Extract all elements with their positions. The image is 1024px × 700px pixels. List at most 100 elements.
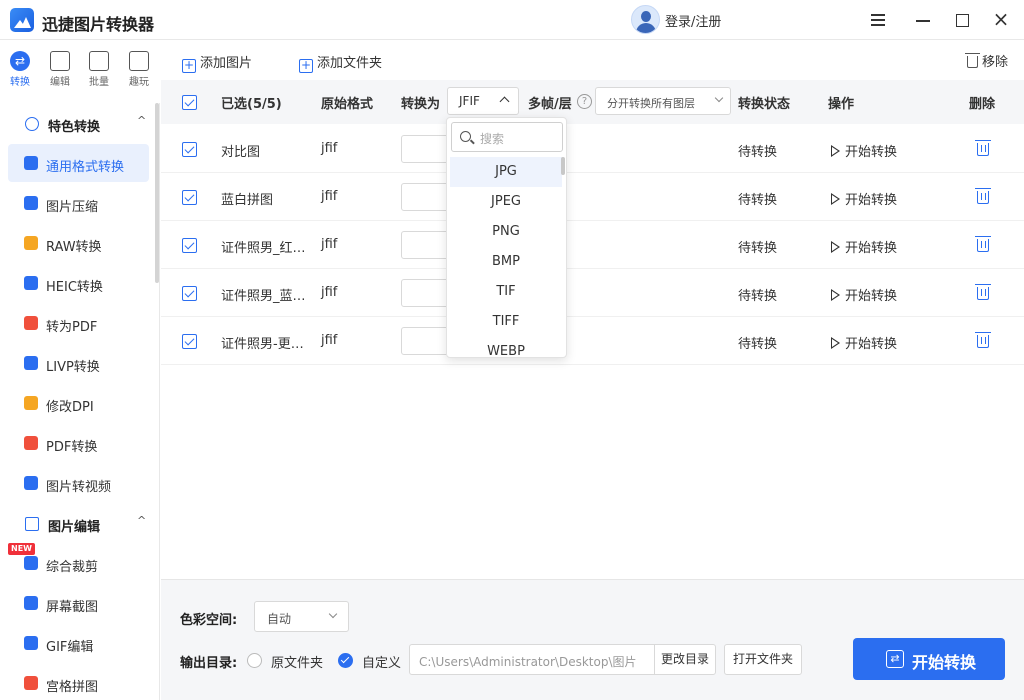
delete-row-icon[interactable] bbox=[975, 332, 991, 348]
sidebar-item-general-convert[interactable]: 通用格式转换 bbox=[8, 144, 149, 182]
delete-row-icon[interactable] bbox=[975, 140, 991, 156]
delete-row-icon[interactable] bbox=[975, 236, 991, 252]
chevron-down-icon bbox=[714, 93, 724, 103]
sidebar-item-grid-puzzle[interactable]: 宫格拼图 bbox=[8, 664, 149, 700]
rail-item-convert[interactable]: 转换 bbox=[0, 51, 40, 88]
menu-icon[interactable] bbox=[868, 10, 888, 30]
sidebar-group-image-edit[interactable]: 图片编辑 ^ bbox=[0, 505, 155, 543]
add-folder-button[interactable]: + 添加文件夹 bbox=[299, 52, 382, 73]
row-format-select[interactable] bbox=[401, 279, 451, 307]
file-name: 证件照男_红… bbox=[221, 241, 306, 256]
format-search-input[interactable]: 搜索 bbox=[451, 122, 563, 152]
rail-item-edit[interactable]: 编辑 bbox=[40, 51, 80, 88]
row-format-select[interactable] bbox=[401, 135, 451, 163]
row-format-select[interactable] bbox=[401, 327, 451, 355]
layer-mode-select[interactable]: 分开转换所有图层 bbox=[595, 87, 731, 115]
color-space-select[interactable]: 自动 bbox=[254, 601, 349, 632]
sidebar-item-label: 转为PDF bbox=[46, 320, 98, 335]
sidebar-item-to-video[interactable]: 图片转视频 bbox=[8, 464, 149, 502]
format-option[interactable]: TIFF bbox=[450, 307, 562, 337]
table-row: 证件照男_蓝… jfif 待转换 开始转换 bbox=[161, 269, 1024, 317]
start-convert-button[interactable]: ⇄ 开始转换 bbox=[853, 638, 1005, 680]
header-selected: 已选(5/5) bbox=[221, 97, 282, 112]
sidebar-item-heic[interactable]: HEIC转换 bbox=[8, 264, 149, 302]
row-checkbox[interactable] bbox=[182, 190, 197, 205]
sidebar-item-compress[interactable]: 图片压缩 bbox=[8, 184, 149, 222]
radio-original-folder[interactable] bbox=[247, 653, 262, 668]
play-icon bbox=[831, 193, 840, 205]
layer-mode-value: 分开转换所有图层 bbox=[607, 97, 695, 110]
login-register-link[interactable]: 登录/注册 bbox=[665, 11, 721, 30]
rail-label: 批量 bbox=[89, 77, 109, 88]
start-convert-link[interactable]: 开始转换 bbox=[831, 189, 897, 208]
maximize-icon[interactable] bbox=[952, 10, 972, 30]
minimize-icon[interactable] bbox=[913, 10, 933, 30]
file-status: 待转换 bbox=[738, 145, 778, 160]
output-path-input[interactable]: C:\Users\Administrator\Desktop\图片 bbox=[409, 644, 655, 675]
row-format-select[interactable] bbox=[401, 231, 451, 259]
rail-item-fun[interactable]: 趣玩 bbox=[119, 51, 159, 88]
table-header: 已选(5/5) 原始格式 转换为 JFIF 多帧/层 ? 分开转换所有图层 转换… bbox=[161, 80, 1024, 124]
row-checkbox[interactable] bbox=[182, 238, 197, 253]
file-format: jfif bbox=[321, 189, 338, 204]
format-option[interactable]: BMP bbox=[450, 247, 562, 277]
pdf-icon bbox=[24, 316, 38, 330]
row-checkbox[interactable] bbox=[182, 286, 197, 301]
delete-row-icon[interactable] bbox=[975, 188, 991, 204]
sidebar-item-dpi[interactable]: 修改DPI bbox=[8, 384, 149, 422]
sidebar-item-screenshot[interactable]: 屏幕截图 bbox=[8, 584, 149, 622]
start-convert-link[interactable]: 开始转换 bbox=[831, 141, 897, 160]
radio-custom-label: 自定义 bbox=[362, 656, 402, 671]
convert-format-value: JFIF bbox=[459, 94, 480, 108]
row-checkbox[interactable] bbox=[182, 334, 197, 349]
close-icon[interactable]: × bbox=[991, 9, 1011, 30]
sidebar-item-livp[interactable]: LIVP转换 bbox=[8, 344, 149, 382]
start-convert-link[interactable]: 开始转换 bbox=[831, 333, 897, 352]
change-dir-button[interactable]: 更改目录 bbox=[654, 644, 716, 675]
pdf-icon bbox=[24, 436, 38, 450]
file-status: 待转换 bbox=[738, 241, 778, 256]
output-settings-panel: 色彩空间: 自动 输出目录: 原文件夹 自定义 C:\Users\Adminis… bbox=[161, 579, 1024, 700]
delete-row-icon[interactable] bbox=[975, 284, 991, 300]
rail-item-batch[interactable]: 批量 bbox=[79, 51, 119, 88]
format-option[interactable]: TIF bbox=[450, 277, 562, 307]
help-icon[interactable]: ? bbox=[577, 94, 592, 109]
hexagon-icon bbox=[25, 117, 39, 131]
format-option[interactable]: WEBP bbox=[450, 337, 562, 357]
sidebar-item-raw[interactable]: RAW转换 bbox=[8, 224, 149, 262]
sidebar-item-to-pdf[interactable]: 转为PDF bbox=[8, 304, 149, 342]
format-option[interactable]: JPG bbox=[450, 157, 562, 187]
file-format: jfif bbox=[321, 141, 338, 156]
remove-button[interactable]: 移除 bbox=[964, 51, 1008, 70]
chevron-up-icon: ^ bbox=[137, 114, 147, 127]
user-avatar-icon[interactable] bbox=[631, 5, 660, 34]
radio-custom-folder[interactable] bbox=[338, 653, 353, 668]
play-icon bbox=[831, 337, 840, 349]
row-checkbox[interactable] bbox=[182, 142, 197, 157]
sidebar-item-pdf-convert[interactable]: PDF转换 bbox=[8, 424, 149, 462]
start-convert-link[interactable]: 开始转换 bbox=[831, 285, 897, 304]
start-convert-link[interactable]: 开始转换 bbox=[831, 237, 897, 256]
dropdown-scrollbar[interactable] bbox=[561, 157, 565, 175]
add-image-button[interactable]: + 添加图片 bbox=[182, 52, 252, 73]
search-placeholder: 搜索 bbox=[480, 132, 505, 146]
sidebar-group-special-convert[interactable]: 特色转换 ^ bbox=[0, 105, 155, 143]
output-dir-label: 输出目录: bbox=[180, 656, 238, 671]
batch-icon bbox=[89, 51, 109, 71]
row-format-select[interactable] bbox=[401, 183, 451, 211]
convert-format-select[interactable]: JFIF bbox=[447, 87, 519, 115]
sidebar-item-gif[interactable]: GIF编辑 bbox=[8, 624, 149, 662]
open-folder-button[interactable]: 打开文件夹 bbox=[724, 644, 802, 675]
add-folder-icon: + bbox=[299, 58, 313, 73]
trash-icon bbox=[964, 53, 980, 68]
sidebar-item-label: 通用格式转换 bbox=[46, 160, 125, 175]
select-all-checkbox[interactable] bbox=[182, 95, 197, 110]
sidebar-item-label: LIVP转换 bbox=[46, 360, 100, 375]
format-option[interactable]: JPEG bbox=[450, 187, 562, 217]
format-option[interactable]: PNG bbox=[450, 217, 562, 247]
sidebar-group-label: 图片编辑 bbox=[48, 520, 101, 535]
sidebar-item-label: RAW转换 bbox=[46, 240, 102, 255]
crop-icon bbox=[24, 556, 38, 570]
sidebar-scrollbar[interactable] bbox=[155, 103, 159, 283]
file-status: 待转换 bbox=[738, 193, 778, 208]
